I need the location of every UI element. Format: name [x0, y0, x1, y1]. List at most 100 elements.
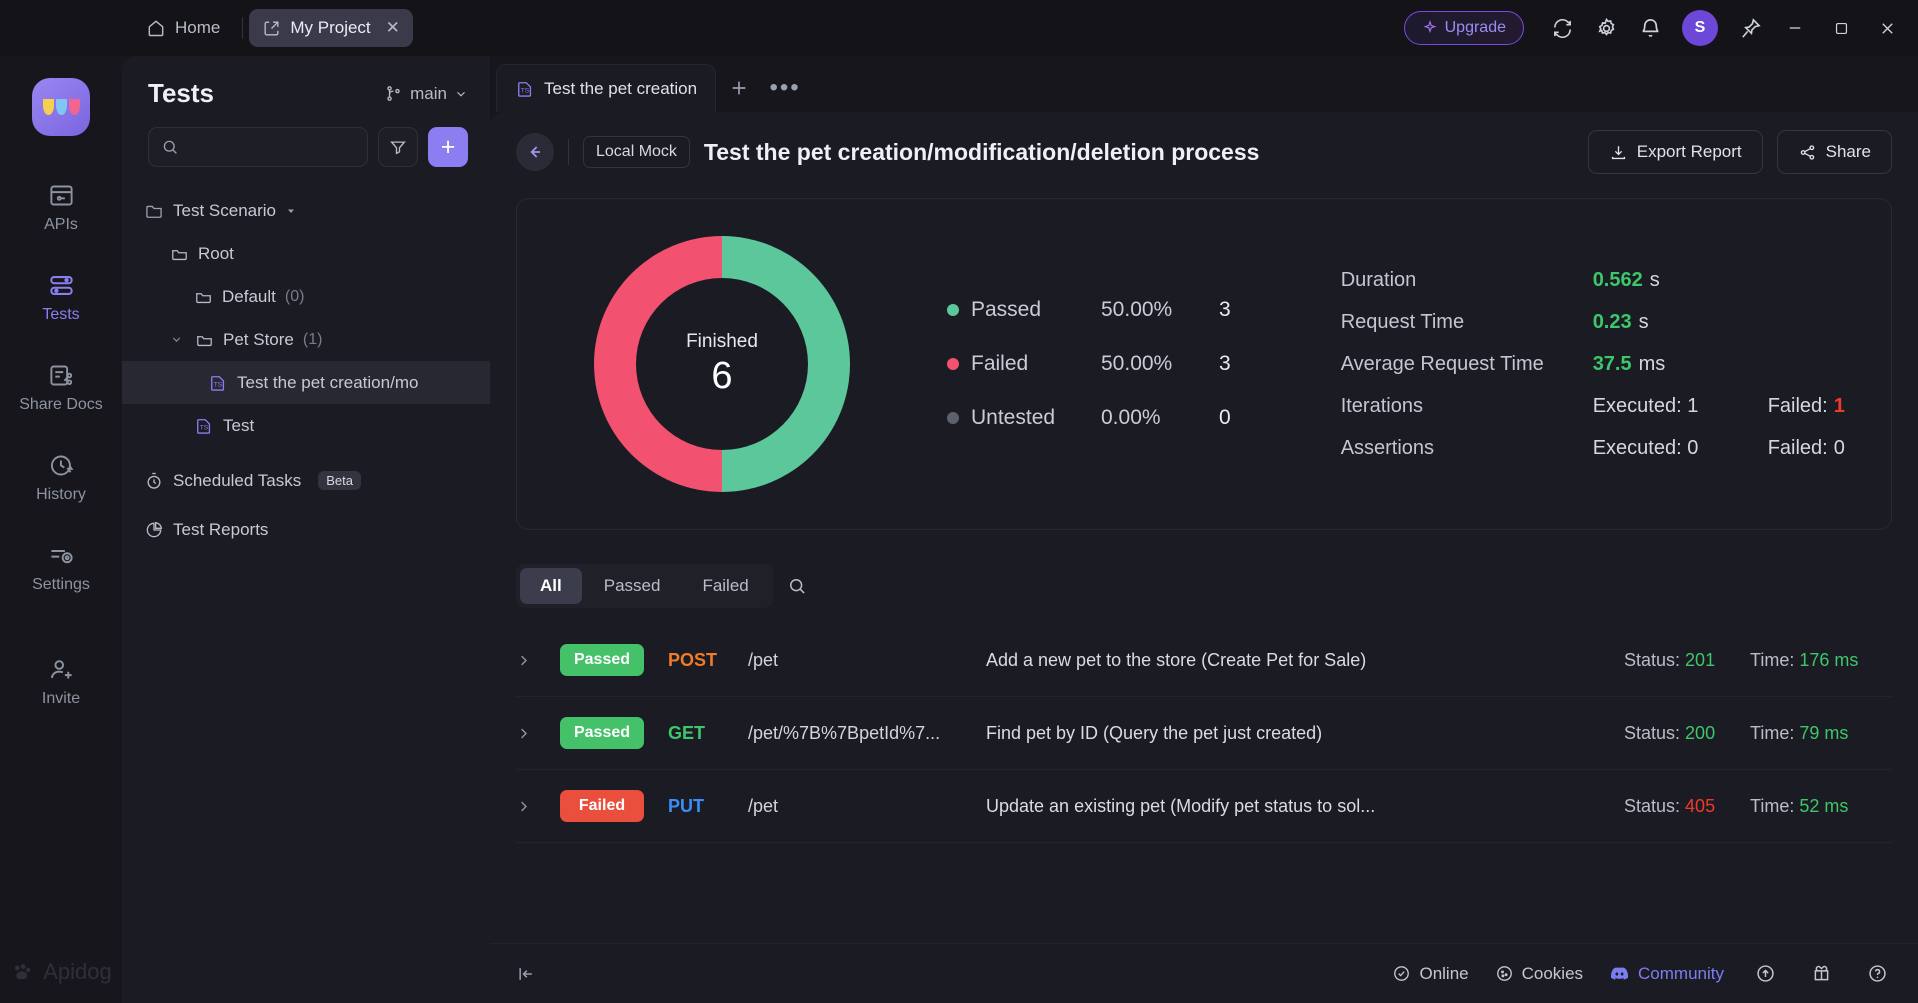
status-community-label: Community	[1638, 963, 1724, 983]
close-tab-icon[interactable]: ✕	[386, 18, 400, 38]
results-list: Passed POST /pet Add a new pet to the st…	[516, 624, 1892, 873]
status-bar-actions: Online Cookies Community	[1392, 959, 1892, 989]
environment-chip[interactable]: Local Mock	[583, 136, 690, 168]
filter-tab-failed[interactable]: Failed	[682, 568, 768, 604]
sidebar-item-apis[interactable]: APIs	[0, 170, 122, 244]
result-search-icon[interactable]	[787, 576, 807, 596]
report-title: Test the pet creation/modification/delet…	[703, 138, 1260, 165]
tests-panel: Tests main + Test Scenario Root Default …	[122, 56, 490, 1003]
status-cell-label: Status:	[1624, 795, 1681, 816]
header-divider	[568, 139, 569, 165]
branch-selector[interactable]: main	[384, 84, 468, 104]
share-label: Share	[1825, 142, 1871, 161]
tree-root-scenario[interactable]: Test Scenario	[122, 189, 490, 232]
sidebar-item-settings[interactable]: Settings	[0, 530, 122, 604]
project-tab[interactable]: My Project ✕	[249, 9, 413, 47]
maximize-button[interactable]	[1818, 0, 1864, 56]
tree-item-label: Test	[223, 415, 255, 435]
filter-tab-all[interactable]: All	[520, 568, 582, 604]
app-window: Home My Project ✕ Upgrade S APIs Tests S…	[0, 0, 1918, 1003]
pin-icon[interactable]	[1728, 6, 1772, 50]
scheduled-tasks-item[interactable]: Scheduled Tasks Beta	[122, 459, 490, 502]
table-row[interactable]	[516, 843, 1892, 873]
share-button[interactable]: Share	[1776, 130, 1892, 174]
upgrade-button[interactable]: Upgrade	[1403, 11, 1524, 45]
logo-drop-blue	[55, 99, 67, 115]
stat-label: Average Request Time	[1340, 352, 1544, 375]
tree-item-pet-store[interactable]: Pet Store (1)	[122, 318, 490, 361]
expand-row-icon[interactable]	[516, 653, 560, 668]
status-cookies[interactable]: Cookies	[1495, 964, 1583, 984]
apis-icon	[48, 182, 75, 209]
close-window-button[interactable]	[1864, 0, 1910, 56]
status-cell-value: 200	[1685, 722, 1716, 743]
gift-icon[interactable]	[1806, 959, 1836, 989]
folder-icon	[195, 330, 214, 349]
tab-overflow-menu[interactable]: •••	[762, 64, 808, 112]
method-label: PUT	[668, 795, 704, 816]
ts-file-icon: TS	[515, 79, 535, 99]
chevron-down-icon[interactable]	[170, 333, 186, 346]
sidebar-item-history[interactable]: History	[0, 440, 122, 514]
sidebar-item-invite[interactable]: Invite	[0, 644, 122, 718]
test-reports-label: Test Reports	[173, 519, 269, 539]
editor-tab-test-scenario[interactable]: TS Test the pet creation	[496, 64, 717, 112]
status-community[interactable]: Community	[1609, 963, 1724, 984]
expand-row-icon[interactable]	[516, 799, 560, 814]
report-scroll-area[interactable]: Finished 6 Passed 50.00% 3 Failed 50.00%…	[490, 188, 1918, 943]
notifications-bell-icon[interactable]	[1628, 6, 1672, 50]
tree-item-default[interactable]: Default (0)	[122, 275, 490, 318]
add-test-button[interactable]: +	[428, 127, 468, 167]
avatar[interactable]: S	[1682, 10, 1718, 46]
apidog-watermark-label: Apidog	[43, 959, 112, 984]
legend-pct-untested: 0.00%	[1101, 406, 1161, 429]
new-tab-button[interactable]	[716, 64, 762, 112]
tree-item-root[interactable]: Root	[122, 232, 490, 275]
export-report-button[interactable]: Export Report	[1587, 130, 1763, 174]
result-filters: All Passed Failed	[516, 564, 1892, 608]
status-cell: Status: 405	[1624, 796, 1750, 817]
back-button[interactable]	[516, 133, 554, 171]
stat-value: 0.562	[1592, 268, 1643, 291]
sidebar-item-tests[interactable]: Tests	[0, 260, 122, 334]
table-row[interactable]: Passed POST /pet Add a new pet to the st…	[516, 624, 1892, 697]
sidebar-item-label: Tests	[42, 306, 80, 323]
status-cell-label: Status:	[1624, 722, 1681, 743]
help-icon[interactable]	[1862, 959, 1892, 989]
page-title: Tests	[148, 78, 214, 108]
search-input[interactable]	[187, 138, 355, 156]
path-label: /pet	[748, 795, 779, 816]
test-reports-item[interactable]: Test Reports	[122, 508, 490, 551]
sidebar-item-label: Invite	[41, 690, 81, 707]
settings-gear-icon[interactable]	[1584, 6, 1628, 50]
sidebar-item-share-docs[interactable]: Share Docs	[0, 350, 122, 424]
minimize-button[interactable]	[1772, 0, 1818, 56]
assertions-failed-value: 0	[1833, 436, 1845, 459]
time-cell-value: 176 ms	[1799, 649, 1859, 670]
tree-item-test-scenario-selected[interactable]: TS Test the pet creation/mo	[122, 361, 490, 404]
filter-tab-passed[interactable]: Passed	[584, 568, 681, 604]
legend-label-passed: Passed	[971, 298, 1042, 321]
plus-icon: +	[440, 132, 456, 161]
expand-row-icon[interactable]	[516, 726, 560, 741]
stat-label: Assertions	[1340, 436, 1435, 459]
tree-item-test[interactable]: TS Test	[122, 404, 490, 447]
table-row[interactable]: Passed GET /pet/%7B%7BpetId%7... Find pe…	[516, 697, 1892, 770]
search-box[interactable]	[148, 127, 368, 167]
home-tab[interactable]: Home	[130, 11, 236, 45]
legend-row-passed: Passed 50.00% 3	[947, 298, 1231, 322]
collapse-panel-button[interactable]	[516, 964, 536, 984]
filter-button[interactable]	[378, 127, 418, 167]
table-row[interactable]: Failed PUT /pet Update an existing pet (…	[516, 770, 1892, 843]
stat-duration: Duration 0.562 s	[1341, 269, 1845, 292]
summary-card: Finished 6 Passed 50.00% 3 Failed 50.00%…	[516, 198, 1892, 530]
summary-stats: Duration 0.562 s Request Time 0.23 s Ave…	[1341, 269, 1845, 460]
sync-icon[interactable]	[1540, 6, 1584, 50]
description-label: Find pet by ID (Query the pet just creat…	[986, 722, 1323, 743]
apidog-watermark: Apidog	[10, 959, 112, 985]
logo-drop-yellow	[42, 99, 54, 115]
status-online[interactable]: Online	[1392, 964, 1469, 984]
app-body: APIs Tests Share Docs History Settings I…	[0, 56, 1918, 1003]
status-cell-label: Status:	[1624, 649, 1681, 670]
upload-icon[interactable]	[1750, 959, 1780, 989]
